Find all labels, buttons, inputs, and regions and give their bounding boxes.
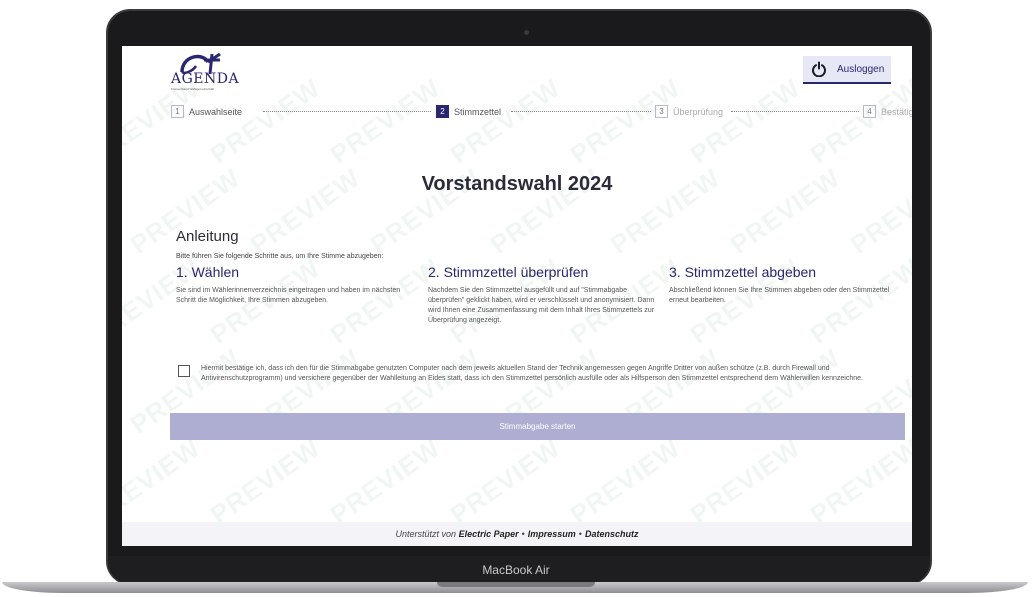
step-number: 4 bbox=[863, 105, 876, 118]
watermark-text: PREVIEW bbox=[804, 432, 912, 530]
instruction-heading: 3. Stimmzettel abgeben bbox=[669, 264, 817, 280]
step-ueberpruefung: 3 Überprüfung bbox=[655, 105, 723, 118]
step-number: 3 bbox=[655, 105, 668, 118]
instruction-heading: 2. Stimmzettel überprüfen bbox=[428, 264, 589, 280]
logo-subtext: Kreisverband Wahlgemeinschaft bbox=[171, 87, 215, 91]
watermark-text: PREVIEW bbox=[122, 432, 206, 530]
footer-datenschutz-link[interactable]: Datenschutz bbox=[585, 529, 639, 539]
camera-icon bbox=[524, 30, 529, 35]
footer-prefix: Unterstützt von bbox=[395, 529, 457, 539]
laptop-base-notch bbox=[437, 582, 595, 587]
progress-stepper: 1 Auswahlseite 2 Stimmzettel 3 Überprüfu… bbox=[171, 105, 912, 119]
confirmation-checkbox[interactable] bbox=[178, 365, 190, 377]
watermark-text: PREVIEW bbox=[564, 72, 686, 170]
step-stimmzettel[interactable]: 2 Stimmzettel bbox=[436, 105, 501, 118]
device-model-label: MacBook Air bbox=[482, 563, 550, 577]
step-connector bbox=[511, 111, 651, 112]
step-label: Bestätigung bbox=[881, 106, 912, 117]
start-voting-button[interactable]: Stimmabgabe starten bbox=[170, 413, 905, 440]
watermark-text: PREVIEW bbox=[204, 432, 326, 530]
watermark-text: PREVIEW bbox=[804, 72, 912, 170]
page-title: Vorstandswahl 2024 bbox=[421, 173, 613, 195]
watermark-text: PREVIEW bbox=[684, 432, 806, 530]
laptop-frame: MacBook Air PREVIEW PREVIEW PREVIEW PREVIEW… bbox=[0, 0, 1032, 597]
instruction-text: Nachdem Sie den Stimmzettel ausgefüllt u… bbox=[428, 287, 655, 324]
footer-impressum-link[interactable]: Impressum bbox=[528, 529, 576, 539]
instructions-intro: Bitte führen Sie folgende Schritte aus, … bbox=[176, 253, 384, 260]
step-label: Stimmzettel bbox=[454, 106, 502, 117]
confirmation-row: Hiermit bestätige ich, dass ich den für … bbox=[178, 364, 912, 384]
logout-label: Ausloggen bbox=[837, 63, 885, 75]
confirmation-text: Hiermit bestätige ich, dass ich den für … bbox=[201, 365, 863, 382]
step-auswahlseite[interactable]: 1 Auswahlseite bbox=[171, 105, 242, 118]
watermark-text: PREVIEW bbox=[324, 432, 446, 530]
footer-separator: • bbox=[578, 529, 582, 539]
screen: PREVIEW PREVIEW PREVIEW PREVIEW PREVIEW PREVI… bbox=[122, 46, 912, 546]
step-bestaetigung: 4 Bestätigung bbox=[863, 105, 912, 118]
logo-text: AGENDA bbox=[171, 71, 240, 87]
watermark-text: PREVIEW bbox=[444, 432, 566, 530]
instruction-text: Abschließend können Sie Ihre Stimmen abg… bbox=[669, 287, 890, 304]
step-connector bbox=[731, 111, 859, 112]
step-label: Auswahlseite bbox=[189, 106, 243, 117]
footer-brand-link[interactable]: Electric Paper bbox=[459, 529, 519, 539]
watermark-text: PREVIEW bbox=[324, 72, 446, 170]
step-label: Überprüfung bbox=[673, 106, 724, 117]
footer-separator: • bbox=[521, 529, 525, 539]
watermark-text: PREVIEW bbox=[564, 432, 686, 530]
watermark-text: PREVIEW bbox=[684, 72, 806, 170]
step-connector bbox=[263, 111, 431, 112]
instruction-heading: 1. Wählen bbox=[176, 264, 240, 280]
instruction-text: Sie sind im Wählerinnenverzeichnis einge… bbox=[176, 287, 401, 304]
instruction-step-2: 2. Stimmzettel überprüfen Nachdem Sie de… bbox=[428, 264, 660, 326]
footer: Unterstützt von Electric Paper • Impress… bbox=[122, 522, 912, 546]
logout-button[interactable]: Ausloggen bbox=[803, 56, 891, 84]
step-number: 1 bbox=[171, 105, 184, 118]
power-icon bbox=[812, 61, 826, 77]
step-number: 2 bbox=[436, 105, 449, 118]
section-heading: Anleitung bbox=[176, 228, 239, 245]
watermark-text: PREVIEW bbox=[444, 72, 566, 170]
instruction-step-3: 3. Stimmzettel abgeben Abschließend könn… bbox=[669, 264, 901, 306]
instruction-step-1: 1. Wählen Sie sind im Wählerinnenverzeic… bbox=[176, 264, 408, 306]
